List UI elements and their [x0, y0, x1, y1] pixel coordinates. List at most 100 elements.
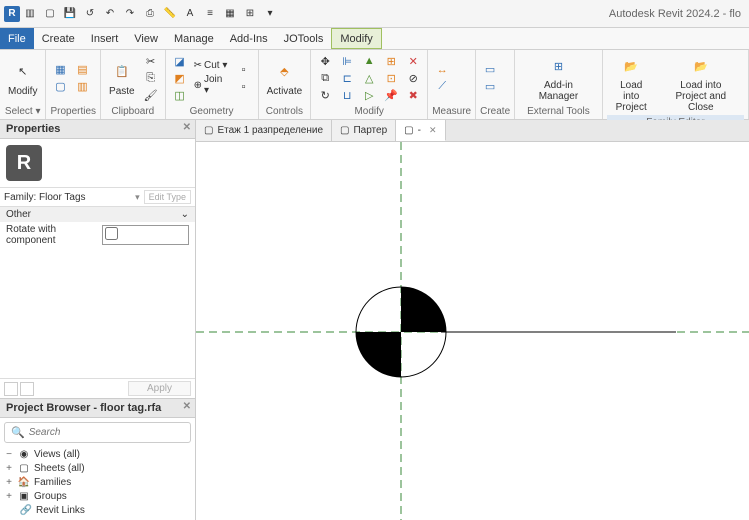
family-category-icon[interactable]: ▥: [72, 79, 92, 95]
cope-icon[interactable]: ◪: [170, 53, 190, 69]
cut-button[interactable]: ✂Cut ▾: [192, 59, 232, 72]
groups-icon: ▣: [18, 490, 30, 502]
aligned-dim-icon[interactable]: ⟋: [432, 79, 452, 95]
prop-row-rotate: Rotate with component: [0, 222, 195, 248]
activate-button[interactable]: ⬘ Activate: [263, 58, 307, 99]
scale-icon[interactable]: ⊡: [381, 70, 401, 86]
expand-icon[interactable]: +: [4, 463, 14, 474]
move-icon[interactable]: ✥: [315, 53, 335, 69]
left-panels: Properties ✕ R Family: Floor Tags ▾ Edit…: [0, 120, 196, 520]
prop-filter-icon[interactable]: [20, 382, 34, 396]
prop-help-icon[interactable]: [4, 382, 18, 396]
qat-close-hidden-icon[interactable]: ▦: [222, 6, 238, 22]
cut-label: Cut ▾: [204, 60, 227, 71]
pin-icon[interactable]: 📌: [381, 87, 401, 103]
mirror-draw-icon[interactable]: ▲: [359, 53, 379, 69]
load-into-project-button[interactable]: 📂 Load intoProject: [607, 52, 656, 115]
trim-icon[interactable]: ▷: [359, 87, 379, 103]
paste-button[interactable]: 📋 Paste: [105, 58, 139, 99]
family-type-selector[interactable]: Family: Floor Tags ▾ Edit Type: [0, 187, 195, 207]
geom-tool-2-icon[interactable]: ▫: [234, 79, 254, 95]
family-types-icon[interactable]: ▤: [72, 62, 92, 78]
demolish-icon[interactable]: ✖: [403, 87, 423, 103]
browser-search[interactable]: 🔍: [4, 422, 191, 443]
offset-icon[interactable]: ⊏: [337, 70, 357, 86]
cut-geom-icon[interactable]: ◩: [170, 70, 190, 86]
split-icon[interactable]: △: [359, 70, 379, 86]
create-icon-2[interactable]: ▭: [480, 79, 500, 95]
copy-icon[interactable]: ⧉: [315, 70, 335, 86]
unpin-icon[interactable]: ✕: [403, 53, 423, 69]
prop-section-other[interactable]: Other ⌄: [0, 207, 195, 222]
expand-icon[interactable]: +: [4, 477, 14, 488]
cut-clipboard-icon[interactable]: ✂: [141, 53, 161, 69]
properties-panel: Properties ✕ R Family: Floor Tags ▾ Edit…: [0, 120, 195, 398]
join-button[interactable]: ⊕Join ▾: [192, 73, 232, 97]
rotate-icon[interactable]: ↻: [315, 87, 335, 103]
sheets-icon: ▢: [18, 462, 30, 474]
expand-icon[interactable]: +: [4, 491, 14, 502]
apply-button[interactable]: Apply: [128, 381, 191, 396]
menu-insert[interactable]: Insert: [83, 28, 127, 49]
menu-jotools[interactable]: JOTools: [276, 28, 332, 49]
qat-sync-icon[interactable]: ↺: [82, 6, 98, 22]
tree-groups[interactable]: + ▣ Groups: [4, 489, 191, 503]
join-geom-icon[interactable]: ◫: [170, 87, 190, 103]
menu-addins[interactable]: Add-Ins: [222, 28, 276, 49]
drawing-canvas[interactable]: [196, 142, 749, 520]
properties-icon[interactable]: ▦: [50, 62, 70, 78]
tree-sheets[interactable]: + ▢ Sheets (all): [4, 461, 191, 475]
mirror-pick-icon[interactable]: ⊔: [337, 87, 357, 103]
qat-save-icon[interactable]: 💾: [62, 6, 78, 22]
addin-manager-button[interactable]: ⊞ Add-in Manager: [519, 52, 598, 104]
search-input[interactable]: [29, 427, 184, 438]
menu-modify[interactable]: Modify: [331, 28, 381, 49]
menu-view[interactable]: View: [126, 28, 166, 49]
doc-tab-1[interactable]: ▢ Етаж 1 разпределение: [196, 120, 332, 141]
qat-new-icon[interactable]: ▢: [42, 6, 58, 22]
ribbon-group-properties: ▦ ▢ ▤ ▥ Properties: [46, 50, 101, 119]
edit-type-button[interactable]: Edit Type: [144, 190, 191, 204]
section-label: Other: [6, 209, 31, 220]
tree-families[interactable]: + 🏠 Families: [4, 475, 191, 489]
menu-file[interactable]: File: [0, 28, 34, 49]
menu-create[interactable]: Create: [34, 28, 83, 49]
tree-views[interactable]: − ◉ Views (all): [4, 447, 191, 461]
rotate-checkbox[interactable]: [105, 227, 118, 240]
load-into-project-close-button[interactable]: 📂 Load intoProject and Close: [658, 52, 744, 115]
family-dropdown-icon[interactable]: ▾: [131, 192, 144, 203]
match-type-icon[interactable]: 🖌: [141, 87, 161, 103]
menu-manage[interactable]: Manage: [166, 28, 222, 49]
type-props-icon[interactable]: ▢: [50, 79, 70, 95]
expand-icon[interactable]: −: [4, 449, 14, 460]
family-thumbnail[interactable]: R: [0, 139, 195, 187]
main-area: Properties ✕ R Family: Floor Tags ▾ Edit…: [0, 120, 749, 520]
copy-clipboard-icon[interactable]: ⎘: [141, 70, 161, 86]
qat-undo-icon[interactable]: ↶: [102, 6, 118, 22]
qat-print-icon[interactable]: ⎙: [142, 6, 158, 22]
select-group-label[interactable]: Select ▾: [4, 104, 41, 119]
create-icon-1[interactable]: ▭: [480, 62, 500, 78]
align-icon[interactable]: ⊫: [337, 53, 357, 69]
clipboard-group-label: Clipboard: [105, 104, 161, 119]
tree-revit-links[interactable]: 🔗 Revit Links: [4, 503, 191, 517]
measure-icon[interactable]: ↔: [432, 62, 452, 78]
qat-switch-icon[interactable]: ⊞: [242, 6, 258, 22]
doc-tab-2[interactable]: ▢ Партер: [332, 120, 396, 141]
qat-thin-lines-icon[interactable]: ≡: [202, 6, 218, 22]
geom-tool-1-icon[interactable]: ▫: [234, 62, 254, 78]
qat-text-icon[interactable]: A: [182, 6, 198, 22]
properties-close-icon[interactable]: ✕: [183, 122, 191, 133]
qat-open-icon[interactable]: ▥: [22, 6, 38, 22]
delete-icon[interactable]: ⊘: [403, 70, 423, 86]
qat-dropdown-icon[interactable]: ▾: [262, 6, 278, 22]
browser-close-icon[interactable]: ✕: [183, 401, 191, 412]
array-icon[interactable]: ⊞: [381, 53, 401, 69]
section-expand-icon: ⌄: [181, 209, 189, 220]
ribbon-group-external: ⊞ Add-in Manager External Tools: [515, 50, 603, 119]
modify-button[interactable]: ↖ Modify: [4, 58, 41, 99]
qat-measure-icon[interactable]: 📏: [162, 6, 178, 22]
tab-close-icon[interactable]: ✕: [429, 125, 437, 136]
qat-redo-icon[interactable]: ↷: [122, 6, 138, 22]
doc-tab-3[interactable]: ▢ - ✕: [396, 120, 445, 141]
